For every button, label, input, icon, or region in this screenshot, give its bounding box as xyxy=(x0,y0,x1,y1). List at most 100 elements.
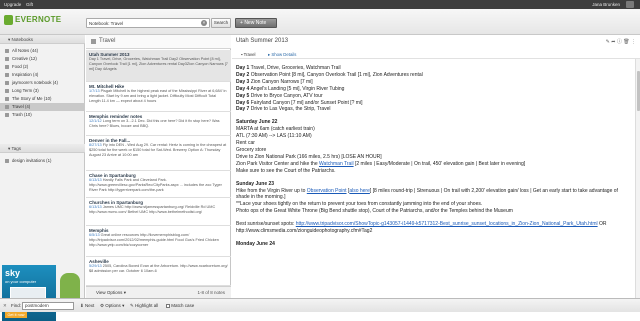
snippet-text: Hardly Falls Park and Cleveland Park. ht… xyxy=(89,177,222,192)
note-date: 6/13/13 xyxy=(89,177,102,182)
note-list-title: Travel xyxy=(99,38,116,44)
note-snippet: 12/1/12 Long term on 3...2.1 Dec. Did th… xyxy=(89,119,228,129)
edit-icon[interactable]: ✎ xyxy=(606,39,610,45)
upgrade-link[interactable]: Upgrade xyxy=(4,2,21,7)
day-label: Day 7 xyxy=(236,106,250,113)
show-details-link[interactable]: ▸ Show Details xyxy=(268,52,296,58)
sidebar-item-tag-design[interactable]: design invitations (1) xyxy=(0,157,85,165)
text-line: **Lace your shoes tightly on the return … xyxy=(236,201,483,208)
show-details-label: Show Details xyxy=(271,52,297,57)
editor-scrollbar[interactable] xyxy=(635,59,640,298)
highlight-all-toggle[interactable]: ✎ Highlight all xyxy=(130,303,158,309)
find-next-button[interactable]: ⬇ Next xyxy=(80,303,94,309)
text-line: Grocery store xyxy=(236,146,267,153)
snippet-text: Pisgah Mitchell is the highest peak east… xyxy=(89,88,227,103)
user-name[interactable]: Jana Brunken xyxy=(592,2,620,7)
find-input[interactable]: postmodern xyxy=(22,301,74,310)
note-notebook-selector[interactable]: ▪ Travel xyxy=(241,52,255,57)
sidebar-item-story-of-me[interactable]: The Story of Me (10) xyxy=(0,95,85,103)
snippet-text: Long term on 3...2.1 Dec. Did this one h… xyxy=(89,118,220,128)
tags-header[interactable]: ▾ Tags xyxy=(0,144,85,153)
match-case-checkbox[interactable]: Match case xyxy=(166,303,194,308)
list-item[interactable]: Memphis reminder notes 12/1/12 Long term… xyxy=(86,112,231,136)
list-item[interactable]: Chase in Spartanburg 6/13/13 Hardly Fall… xyxy=(86,171,231,198)
day-line: Day 6 Fairyland Canyon [7 mi] and/or Sun… xyxy=(236,100,632,107)
note-date: 6/5/13 xyxy=(89,232,100,237)
day-label: Day 5 xyxy=(236,92,250,99)
watchman-trail-link[interactable]: Watchman Trail xyxy=(319,161,354,167)
more-icon[interactable]: ⋮ xyxy=(631,39,636,45)
note-editor: Utah Summer 2013 ✎ ➦ ⓘ 🗑 ⋮ ▪ Travel ▸ Sh… xyxy=(232,35,640,298)
note-count: 1-8 of 8 notes xyxy=(197,290,225,295)
text-line: Drive to Zion National Park (166 miles, … xyxy=(236,153,382,160)
text-line: Rent car xyxy=(236,140,255,147)
view-options-button[interactable]: View Options ▾ xyxy=(96,290,126,296)
text-span: [2 miles | Easy/Moderate | On trail, 450… xyxy=(353,160,526,167)
find-options-button[interactable]: ⚙ Options ▾ xyxy=(100,303,124,309)
app-logo: EVERNOTE xyxy=(15,15,62,24)
list-item[interactable]: Mt. Mitchell Hike 1/7/13 Pisgah Mitchell… xyxy=(86,82,231,112)
day-line: Day 2 Observation Point [8 mi], Canyon O… xyxy=(236,72,632,79)
clear-search-icon[interactable]: × xyxy=(201,20,207,26)
list-item[interactable]: Denver in the Fall... 8/27/13 Fly into D… xyxy=(86,136,231,171)
day-text: Travel, Drive, Groceries, Watchman Trail xyxy=(249,65,341,71)
gift-link[interactable]: Gift xyxy=(26,2,33,7)
close-find-icon[interactable]: ✕ xyxy=(3,303,7,309)
sidebar-item-jaymoore[interactable]: jaymoore's notebook (4) xyxy=(0,79,85,87)
sidebar: ▾ Notebooks All Notes (44) Creative (12)… xyxy=(0,35,85,321)
highlight-all-label: Highlight all xyxy=(135,303,159,308)
sidebar-item-label: Food (2) xyxy=(12,64,29,69)
notebooks-label: Notebooks xyxy=(11,37,34,42)
find-label: Find: xyxy=(11,303,22,308)
sidebar-item-travel[interactable]: Travel (4) xyxy=(0,103,85,111)
list-item[interactable]: Churches in Spartanburg 6/13/13 James UM… xyxy=(86,198,231,226)
note-snippet: 6/5/13 Great online resources http://ilo… xyxy=(89,233,228,249)
note-body[interactable]: Day 1 Travel, Drive, Groceries, Watchman… xyxy=(236,65,632,248)
day-text: Fairyland Canyon [7 mi] and/or Sunset Po… xyxy=(249,99,363,106)
sidebar-item-label: jaymoore's notebook (4) xyxy=(12,80,58,85)
new-note-button[interactable]: + New Note xyxy=(235,18,277,28)
notebook-icon xyxy=(5,65,9,69)
day-line: Day 7 Drive to Las Vegas, the Strip, Tra… xyxy=(236,106,632,113)
ad-cta-button[interactable]: Get it now xyxy=(5,312,27,318)
share-icon[interactable]: ➦ xyxy=(611,39,615,45)
scrollbar-thumb[interactable] xyxy=(636,71,640,111)
search-button[interactable]: Search xyxy=(211,18,231,28)
notebooks-header[interactable]: ▾ Notebooks xyxy=(0,35,85,44)
sidebar-item-label: Trash (10) xyxy=(12,112,32,117)
note-title-field[interactable]: Utah Summer 2013 xyxy=(236,38,288,44)
sky-ad-banner[interactable]: sky on your computer Get it now xyxy=(2,265,56,321)
sidebar-item-creative[interactable]: Creative (12) xyxy=(0,55,85,63)
sidebar-item-label: All Notes (44) xyxy=(12,48,39,53)
find-next-label: Next xyxy=(85,303,95,308)
sidebar-item-food[interactable]: Food (2) xyxy=(0,63,85,71)
avatar[interactable] xyxy=(626,1,634,8)
sidebar-item-long-term[interactable]: Long Term (3) xyxy=(0,87,85,95)
ad-subtitle: on your computer xyxy=(5,279,37,284)
sidebar-item-inspiration[interactable]: Inspiration (4) xyxy=(0,71,85,79)
list-item[interactable]: Asheville 5/29/13 2505, Carolina Boxed E… xyxy=(86,257,231,286)
note-date: 6/13/13 xyxy=(89,204,102,209)
sidebar-item-trash[interactable]: Trash (10) xyxy=(0,111,85,119)
delete-icon[interactable]: 🗑 xyxy=(623,39,629,45)
snippet-text: Day 1 Travel, Drive, Groceries, Watchman… xyxy=(89,56,228,71)
section-heading: Monday June 24 xyxy=(236,240,275,247)
match-case-label: Match case xyxy=(171,303,195,308)
note-list: Travel Utah Summer 2013 Day 1 Travel, Dr… xyxy=(86,35,231,298)
list-item[interactable]: Memphis 6/5/13 Great online resources ht… xyxy=(86,226,231,257)
snippet-text: Great online resources http://ilovememph… xyxy=(89,232,219,247)
sidebar-item-label: design invitations (1) xyxy=(12,158,52,163)
tripadvisor-link[interactable]: http://www.tripadvisor.com/ShowTopic-g14… xyxy=(296,221,598,227)
note-date: 8/27/13 xyxy=(89,142,102,147)
sidebar-item-all-notes[interactable]: All Notes (44) xyxy=(0,47,85,55)
day-label: Day 2 xyxy=(236,71,250,78)
list-item[interactable]: Utah Summer 2013 Day 1 Travel, Drive, Gr… xyxy=(86,50,231,82)
observation-point-link[interactable]: Observation Point xyxy=(307,188,347,194)
search-notebook-tag: Notebook: Travel xyxy=(89,20,124,26)
text-line: MARTA at 6am (catch earliest train) xyxy=(236,126,315,133)
also-here-link[interactable]: also here xyxy=(349,188,370,194)
day-line: Day 4 Angel's Landing [5 mi], Virgin Riv… xyxy=(236,86,632,93)
search-input[interactable]: Notebook: Travel × xyxy=(86,18,210,28)
text-line: Hike from the Virgin River up to Observa… xyxy=(236,188,632,202)
info-icon[interactable]: ⓘ xyxy=(617,39,622,45)
